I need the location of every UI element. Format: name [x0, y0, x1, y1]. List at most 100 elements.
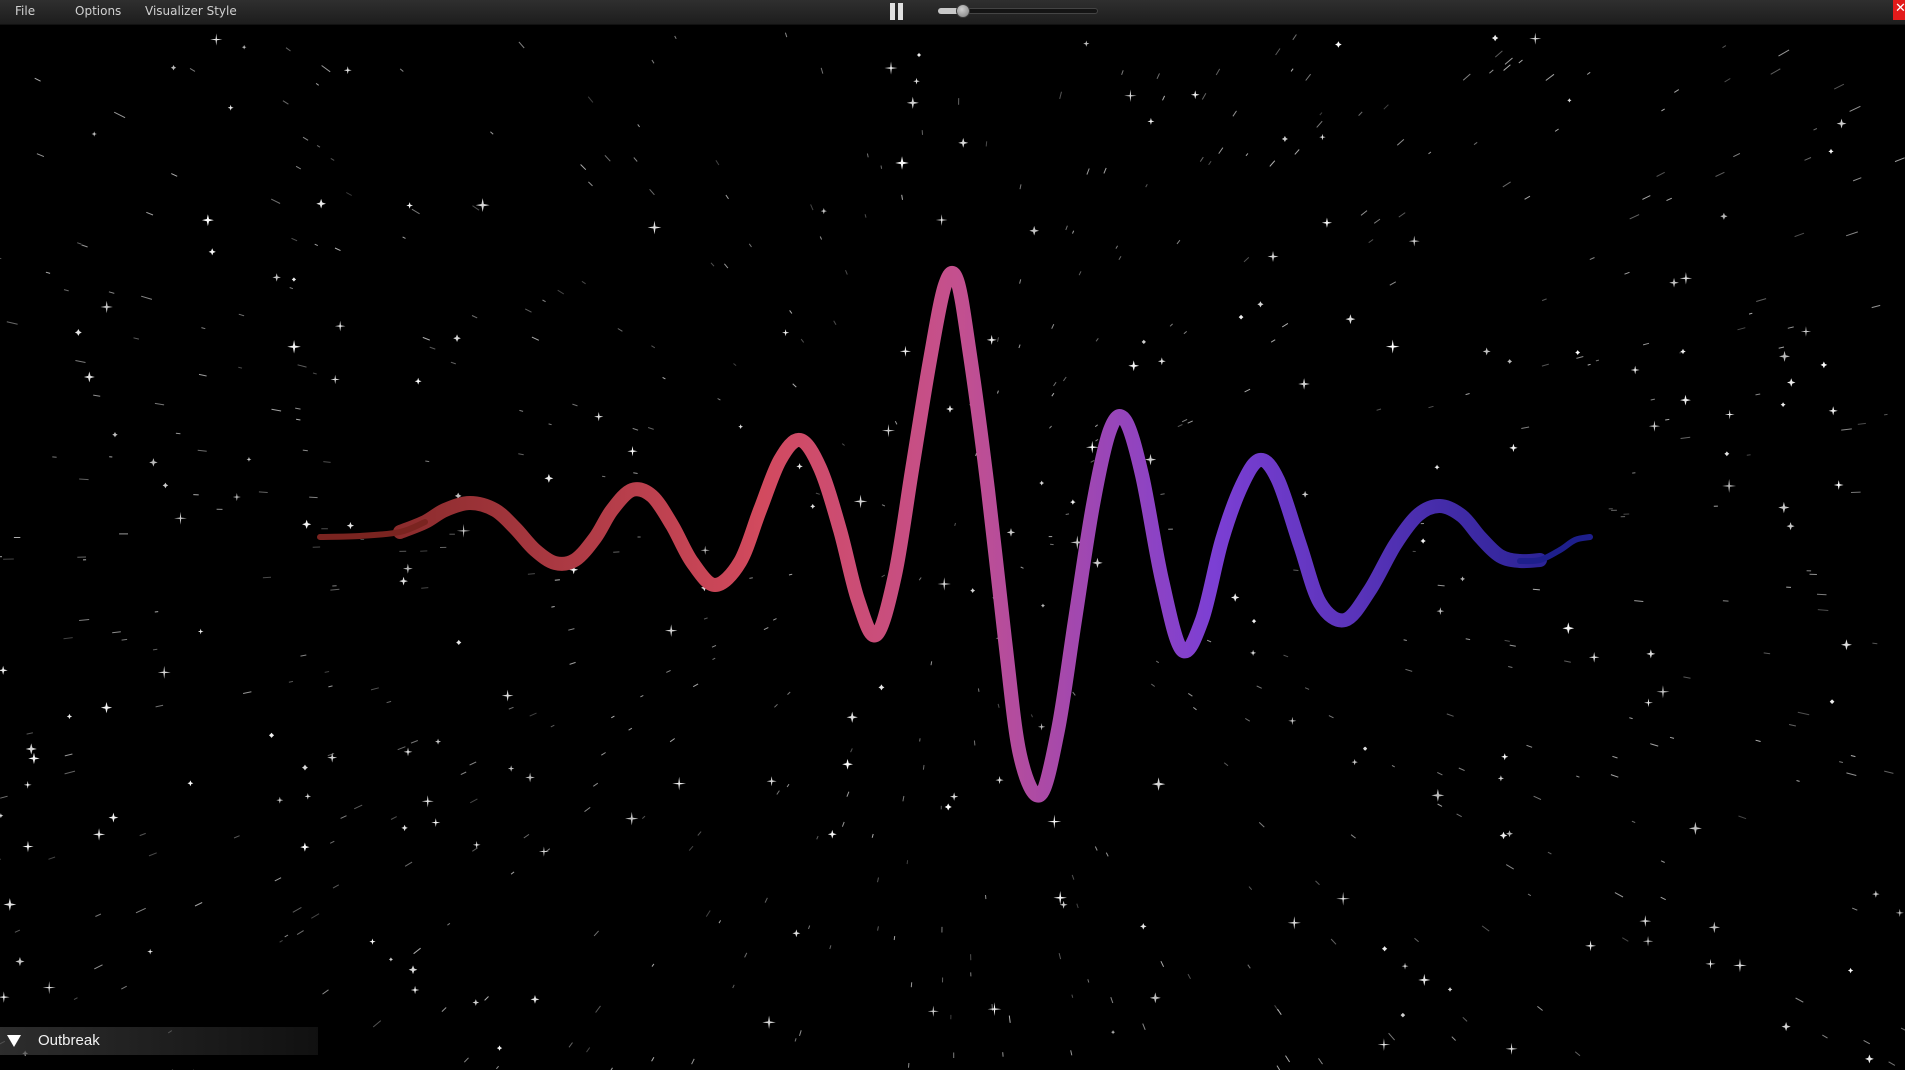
volume-slider-thumb[interactable] [955, 4, 970, 18]
star [762, 1015, 776, 1030]
star-streak [649, 188, 655, 196]
star-streak [282, 100, 289, 105]
star-streak [1622, 937, 1629, 942]
star [501, 689, 514, 702]
star-streak [794, 1038, 797, 1042]
star [1529, 32, 1542, 45]
star-streak [548, 423, 552, 426]
star [884, 61, 898, 75]
star [162, 482, 169, 489]
star-streak [1518, 59, 1523, 64]
star-streak [1502, 181, 1511, 188]
track-panel-toggle[interactable] [6, 1033, 22, 1049]
star [1251, 618, 1257, 624]
star-streak [1292, 34, 1297, 41]
star-streak [1532, 588, 1540, 591]
star-streak [919, 738, 921, 742]
star [1688, 821, 1702, 835]
star [401, 824, 408, 832]
star-streak [1770, 68, 1781, 75]
star-streak [710, 262, 715, 267]
menu-file[interactable]: File [15, 0, 35, 22]
star-streak [1065, 513, 1070, 515]
star [414, 377, 422, 385]
pause-button[interactable] [888, 2, 906, 20]
star [1836, 118, 1847, 129]
star [1436, 607, 1445, 615]
star-streak [633, 157, 638, 162]
star-streak [774, 703, 778, 708]
star-streak [1669, 736, 1675, 739]
star-streak [1145, 184, 1148, 188]
star [100, 701, 113, 714]
star-streak [1162, 95, 1166, 101]
star-streak [604, 154, 611, 162]
star-streak [121, 638, 128, 641]
star-streak [510, 871, 515, 875]
star-streak [1181, 418, 1188, 423]
star-streak [1328, 715, 1334, 719]
star [1070, 499, 1076, 505]
menu-options[interactable]: Options [75, 0, 121, 22]
close-button[interactable]: ✕ [1893, 0, 1905, 20]
star-streak [1223, 762, 1229, 767]
star [1497, 775, 1504, 782]
star-streak [1208, 160, 1212, 166]
star-streak [568, 1042, 573, 1048]
star-streak [447, 922, 451, 926]
star [530, 994, 540, 1004]
volume-slider[interactable] [938, 4, 1098, 18]
star [268, 732, 275, 738]
menu-visualizer-style[interactable]: Visualizer Style [145, 0, 237, 22]
star [1447, 987, 1453, 992]
star-streak [63, 637, 73, 640]
star [406, 202, 413, 209]
star-streak [1462, 73, 1471, 81]
star-streak [819, 236, 823, 240]
star [1733, 958, 1747, 973]
star-streak [233, 835, 240, 839]
star-streak [527, 573, 535, 575]
star-streak [1188, 692, 1193, 697]
star [525, 772, 535, 783]
star [1865, 1054, 1874, 1064]
star-streak [1428, 151, 1432, 155]
star [1250, 649, 1257, 656]
star [916, 52, 922, 58]
star [174, 511, 187, 525]
star [878, 684, 885, 691]
star-streak [441, 1007, 447, 1012]
star-streak [711, 644, 717, 648]
star [935, 214, 948, 226]
star-streak [1388, 1032, 1395, 1041]
star-streak [975, 452, 977, 457]
star [1482, 347, 1491, 356]
star [197, 628, 204, 635]
star-streak [171, 173, 178, 177]
star [625, 811, 639, 826]
star [0, 813, 4, 819]
star-streak [64, 770, 76, 775]
star-streak [141, 295, 153, 300]
star-streak [1521, 426, 1530, 429]
star [946, 405, 954, 413]
star [327, 752, 338, 763]
star [3, 898, 17, 911]
star [927, 1005, 939, 1017]
star-streak [1373, 218, 1381, 224]
star-streak [930, 661, 933, 666]
star-streak [1058, 952, 1062, 960]
star-streak [733, 363, 737, 366]
star-streak [1258, 822, 1265, 828]
close-icon: ✕ [1895, 1, 1905, 16]
triangle-down-icon [7, 1035, 21, 1047]
star [0, 665, 8, 675]
star [906, 96, 919, 109]
star-streak [1504, 57, 1513, 65]
star-streak [1391, 764, 1395, 768]
star [846, 711, 858, 723]
star [1434, 464, 1440, 470]
star [1786, 522, 1795, 531]
star-streak [1142, 1023, 1146, 1030]
star [1047, 814, 1062, 829]
